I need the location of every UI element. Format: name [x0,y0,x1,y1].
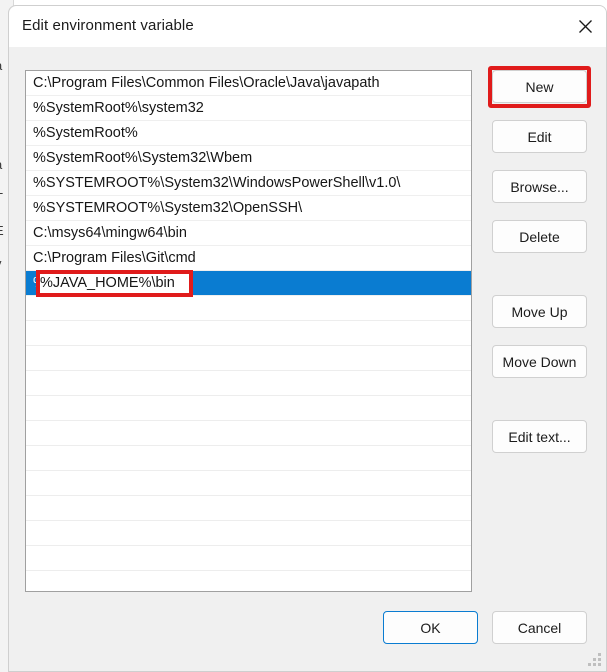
delete-button[interactable]: Delete [492,220,587,253]
resize-grip-dot [593,663,596,666]
resize-grip-dot [598,653,601,656]
resize-grip-dot [588,663,591,666]
list-item-empty[interactable] [26,296,471,321]
resize-grip[interactable] [588,653,602,667]
list-item[interactable]: %SYSTEMROOT%\System32\OpenSSH\ [26,196,471,221]
move-down-button[interactable]: Move Down [492,345,587,378]
list-item-empty[interactable] [26,346,471,371]
list-item[interactable]: %SystemRoot%\System32\Wbem [26,146,471,171]
list-item[interactable]: %SystemRoot% [26,121,471,146]
list-item-empty[interactable] [26,496,471,521]
path-entries-listbox[interactable]: C:\Program Files\Common Files\Oracle\Jav… [25,70,472,592]
edit-text-button-label: Edit text... [508,428,571,445]
resize-grip-dot [593,658,596,661]
list-item-empty[interactable] [26,521,471,546]
move-up-button[interactable]: Move Up [492,295,587,328]
background-window-text-fragment: E [0,223,4,238]
browse-button-label: Browse... [510,178,569,195]
new-button-label: New [525,78,554,95]
list-item-empty[interactable] [26,446,471,471]
background-window-text-fragment: a [0,58,2,73]
delete-button-label: Delete [519,228,560,245]
background-window-text-fragment: v [0,256,2,271]
list-item[interactable]: C:\Program Files\Git\cmd [26,246,471,271]
dialog-titlebar[interactable]: Edit environment variable [9,6,606,47]
list-item-empty[interactable] [26,396,471,421]
browse-button[interactable]: Browse... [492,170,587,203]
ok-button-label: OK [420,619,441,636]
cancel-button-label: Cancel [517,619,562,636]
edit-text-button[interactable]: Edit text... [492,420,587,453]
list-item-empty[interactable] [26,571,471,591]
resize-grip-dot [598,663,601,666]
edit-environment-variable-dialog: Edit environment variable C:\Program Fil… [8,5,607,672]
ok-button[interactable]: OK [383,611,478,644]
list-item[interactable]: %SystemRoot%\system32 [26,96,471,121]
list-item-empty[interactable] [26,371,471,396]
new-button[interactable]: New [492,70,587,103]
cancel-button[interactable]: Cancel [492,611,587,644]
edit-button[interactable]: Edit [492,120,587,153]
edit-button-label: Edit [527,128,552,145]
list-item[interactable]: C:\Program Files\Common Files\Oracle\Jav… [26,71,471,96]
background-window-text-fragment: a [0,157,2,172]
list-item-empty[interactable] [26,321,471,346]
resize-grip-dot [598,658,601,661]
list-item-empty[interactable] [26,471,471,496]
selected-entry-annotation-label: %JAVA_HOME%\bin [40,275,175,291]
list-item-empty[interactable] [26,546,471,571]
move-up-button-label: Move Up [511,303,568,320]
move-down-button-label: Move Down [502,353,577,370]
background-window-text-fragment: T [0,190,3,205]
list-item-empty[interactable] [26,421,471,446]
close-icon[interactable] [562,6,606,47]
list-item[interactable]: %SYSTEMROOT%\System32\WindowsPowerShell\… [26,171,471,196]
list-item[interactable]: C:\msys64\mingw64\bin [26,221,471,246]
dialog-title: Edit environment variable [22,17,194,34]
